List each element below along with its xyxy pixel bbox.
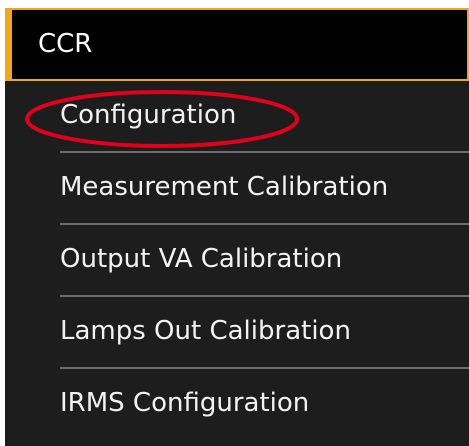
menu-item-label: IRMS Configuration	[60, 388, 310, 418]
menu-item-irms-configuration[interactable]: IRMS Configuration	[35, 369, 449, 441]
menu-item-output-va-calibration[interactable]: Output VA Calibration	[35, 225, 469, 297]
highlight-annotation-oval	[25, 90, 299, 148]
header-accent-bar	[5, 8, 12, 81]
menu-item-label: Lamps Out Calibration	[60, 316, 351, 346]
ccr-menu-panel: CCR Configuration Measurement Calibratio…	[5, 8, 469, 446]
menu-header[interactable]: CCR	[5, 8, 469, 81]
menu-item-lamps-out-calibration[interactable]: Lamps Out Calibration	[35, 297, 469, 369]
menu-item-label: Measurement Calibration	[60, 172, 389, 202]
menu-item-label: Output VA Calibration	[60, 244, 343, 274]
menu-item-measurement-calibration[interactable]: Measurement Calibration	[35, 153, 469, 225]
menu-header-title: CCR	[38, 29, 93, 59]
